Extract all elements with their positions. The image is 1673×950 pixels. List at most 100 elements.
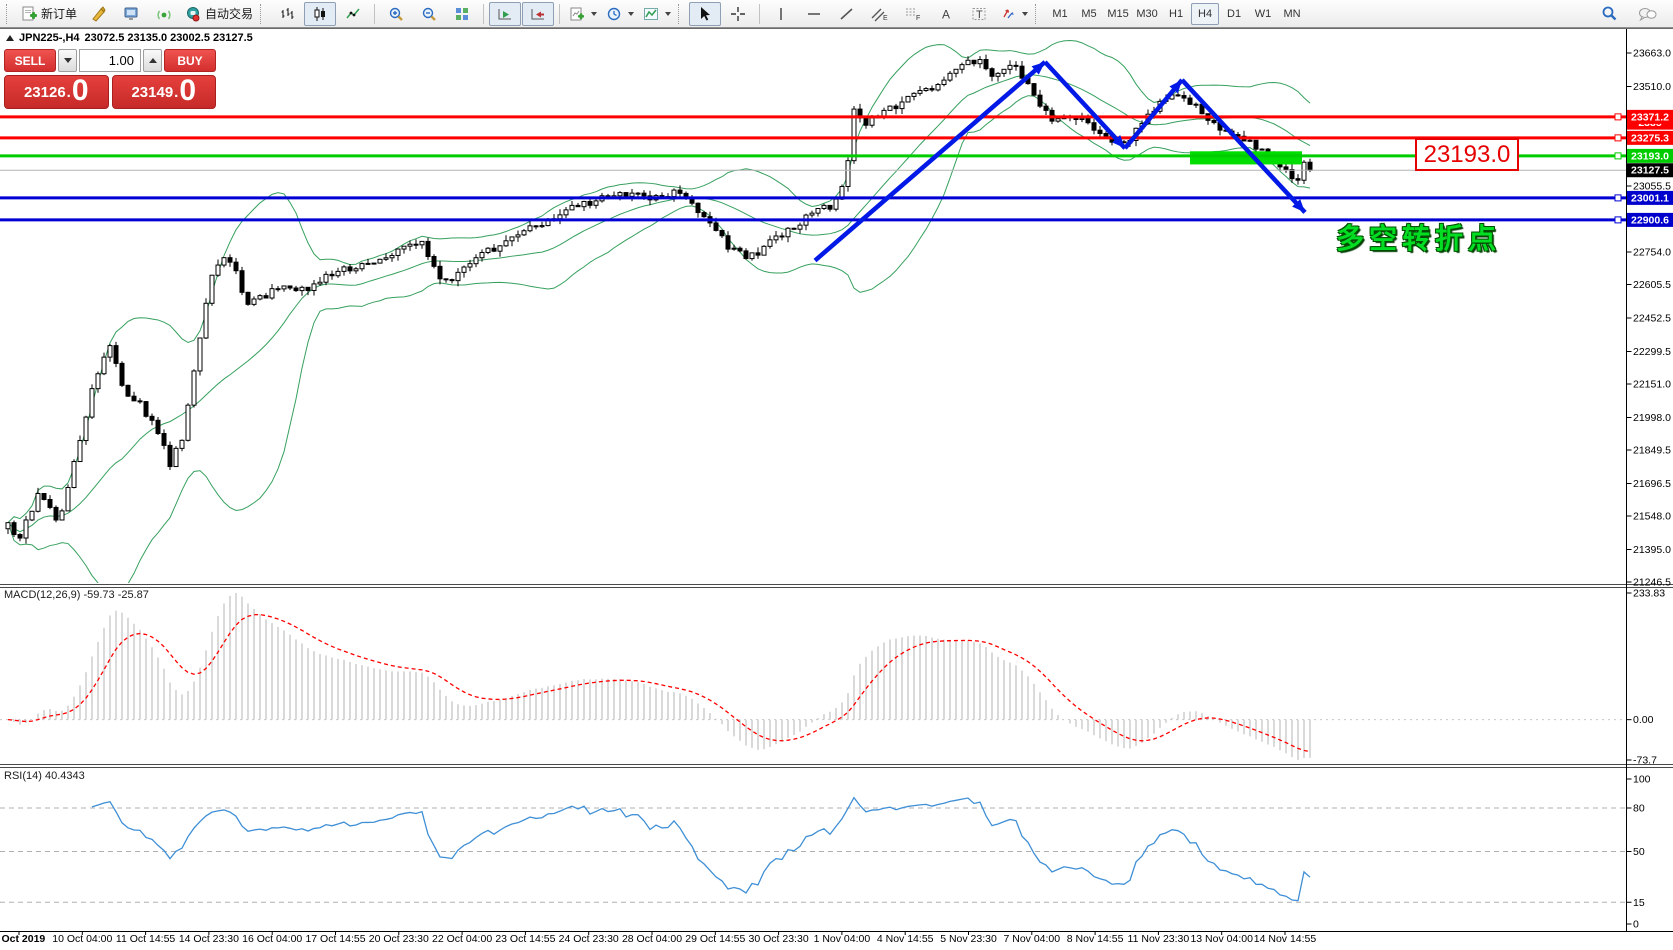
chart-shift-button[interactable]	[522, 2, 554, 26]
highlight-zone-rect[interactable]	[1190, 151, 1302, 164]
price-badge-23127.5: 23127.5	[1627, 163, 1673, 177]
text-label-icon: T	[971, 6, 987, 22]
trend-line-button[interactable]	[831, 2, 863, 26]
chat-button[interactable]	[1631, 2, 1663, 26]
line-handle[interactable]	[1615, 135, 1621, 141]
text-button[interactable]: A	[930, 2, 962, 26]
pivot-annotation-text[interactable]: 多空转折点	[1336, 217, 1501, 257]
toolbar-grip[interactable]	[260, 4, 267, 24]
new-chart-button[interactable]	[565, 2, 601, 26]
line-handle[interactable]	[1615, 217, 1621, 223]
zoom-in-button[interactable]	[380, 2, 412, 26]
triangle-down-icon	[64, 58, 72, 63]
toolbar-right-group	[1593, 2, 1669, 26]
svg-text:14 Nov 14:55: 14 Nov 14:55	[1254, 933, 1317, 945]
svg-text:16 Oct 04:00: 16 Oct 04:00	[242, 933, 302, 945]
volume-decrease-button[interactable]	[58, 49, 77, 72]
auto-trading-label: 自动交易	[205, 5, 253, 22]
crosshair-button[interactable]	[722, 2, 754, 26]
tile-windows-button[interactable]	[446, 2, 478, 26]
auto-trading-button[interactable]: 自动交易	[181, 2, 257, 26]
collapse-icon[interactable]	[6, 35, 14, 41]
market-depth-button[interactable]	[115, 2, 147, 26]
clock-icon	[606, 6, 622, 22]
line-chart-button[interactable]	[337, 2, 369, 26]
svg-text:21696.5: 21696.5	[1633, 478, 1671, 490]
line-handle[interactable]	[1615, 195, 1621, 201]
price-badge-23193.0: 23193.0	[1627, 149, 1673, 163]
symbol-title: JPN225-,H4	[19, 32, 80, 44]
timeframe-button-m15[interactable]: M15	[1104, 3, 1132, 25]
svg-text:5 Nov 23:30: 5 Nov 23:30	[940, 933, 997, 945]
svg-text:233.83: 233.83	[1633, 588, 1665, 600]
auto-trading-icon	[185, 6, 201, 22]
timeframe-button-m30[interactable]: M30	[1133, 3, 1161, 25]
svg-text:100: 100	[1633, 774, 1651, 786]
auto-scroll-button[interactable]	[489, 2, 521, 26]
svg-text:21395.0: 21395.0	[1633, 544, 1671, 556]
new-chart-icon	[569, 6, 585, 22]
sell-price-panel[interactable]: 23126.0	[4, 75, 109, 109]
sell-price-dec: 0	[72, 76, 89, 106]
arrows-icon	[1000, 6, 1016, 22]
svg-text:F: F	[916, 15, 920, 22]
svg-text:23275.3: 23275.3	[1631, 132, 1669, 144]
timeframe-button-h1[interactable]: H1	[1162, 3, 1190, 25]
search-button[interactable]	[1593, 2, 1625, 26]
buy-price-int: 23149	[131, 80, 173, 106]
svg-text:14 Oct 23:30: 14 Oct 23:30	[179, 933, 239, 945]
volume-increase-button[interactable]	[143, 49, 162, 72]
volume-input[interactable]	[79, 49, 141, 72]
text-icon: A	[938, 6, 954, 22]
buy-button[interactable]: BUY	[164, 49, 216, 72]
toolbar-separator	[559, 4, 560, 24]
indicators-button[interactable]	[639, 2, 675, 26]
line-handle[interactable]	[1615, 153, 1621, 159]
svg-text:10 Oct 04:00: 10 Oct 04:00	[52, 933, 112, 945]
new-order-button[interactable]: 新订单	[17, 2, 81, 26]
toolbar-grip[interactable]	[1035, 4, 1042, 24]
horizontal-line-button[interactable]	[798, 2, 830, 26]
timeframe-button-h4[interactable]: H4	[1191, 3, 1219, 25]
timeframe-group: M1M5M15M30H1H4D1W1MN	[1046, 3, 1306, 25]
sell-button[interactable]: SELL	[4, 49, 56, 72]
trade-panel-controls: SELL BUY	[4, 49, 216, 72]
svg-text:28 Oct 04:00: 28 Oct 04:00	[622, 933, 682, 945]
equidistant-channel-button[interactable]: E	[864, 2, 896, 26]
svg-text:23001.1: 23001.1	[1631, 192, 1669, 204]
line-handle[interactable]	[1615, 114, 1621, 120]
chevron-down-icon	[591, 12, 597, 16]
svg-text:-73.7: -73.7	[1633, 755, 1657, 767]
candlestick-chart-button[interactable]	[304, 2, 336, 26]
buy-price-panel[interactable]: 23149.0	[112, 75, 217, 109]
market-depth-icon	[123, 6, 139, 22]
period-clock-button[interactable]	[602, 2, 638, 26]
timeframe-button-d1[interactable]: D1	[1220, 3, 1248, 25]
cursor-icon	[697, 6, 713, 22]
svg-text:15: 15	[1633, 897, 1645, 909]
toolbar-grip[interactable]	[678, 4, 685, 24]
trend-line-icon	[839, 6, 855, 22]
text-label-button[interactable]: T	[963, 2, 995, 26]
svg-text:21548.0: 21548.0	[1633, 511, 1671, 523]
macd-label: MACD(12,26,9) -59.73 -25.87	[4, 589, 149, 601]
svg-text:22151.0: 22151.0	[1633, 378, 1671, 390]
fibonacci-button[interactable]: F	[897, 2, 929, 26]
svg-text:22754.0: 22754.0	[1633, 246, 1671, 258]
timeframe-button-m5[interactable]: M5	[1075, 3, 1103, 25]
svg-text:4 Nov 14:55: 4 Nov 14:55	[877, 933, 934, 945]
vertical-line-button[interactable]	[765, 2, 797, 26]
svg-text:24 Oct 23:30: 24 Oct 23:30	[559, 933, 619, 945]
arrows-button[interactable]	[996, 2, 1032, 26]
timeframe-button-m1[interactable]: M1	[1046, 3, 1074, 25]
crayon-button[interactable]	[82, 2, 114, 26]
price-annotation-box[interactable]: 23193.0	[1415, 138, 1519, 171]
bar-chart-button[interactable]	[271, 2, 303, 26]
toolbar-grip[interactable]	[6, 4, 13, 24]
signal-button[interactable]	[148, 2, 180, 26]
cursor-button[interactable]	[689, 2, 721, 26]
timeframe-button-w1[interactable]: W1	[1249, 3, 1277, 25]
timeframe-button-mn[interactable]: MN	[1278, 3, 1306, 25]
svg-text:23 Oct 14:55: 23 Oct 14:55	[495, 933, 555, 945]
zoom-out-button[interactable]	[413, 2, 445, 26]
